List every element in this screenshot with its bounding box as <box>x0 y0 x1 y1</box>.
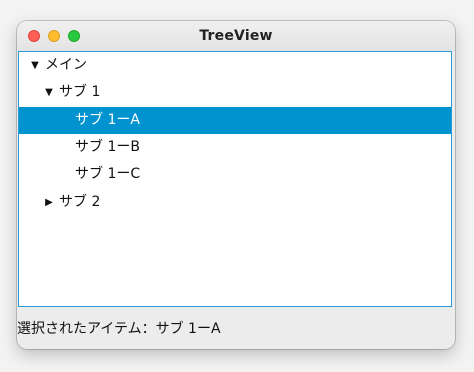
tree-item-label: サブ 1ーC <box>75 166 141 182</box>
window-title: TreeView <box>199 28 273 44</box>
tree-item-label: サブ 1ーA <box>75 112 140 128</box>
tree-view[interactable]: ▼ メイン ▼ サブ 1 サブ 1ーA サブ 1ーB サブ 1ーC ▶ サブ 2 <box>18 51 452 307</box>
tree-item-label: サブ 1 <box>59 84 101 100</box>
tree-item-sub1[interactable]: ▼ サブ 1 <box>19 79 451 106</box>
expanded-arrow-icon[interactable]: ▼ <box>43 79 55 106</box>
tree-item-sub1-a[interactable]: サブ 1ーA <box>19 107 451 134</box>
collapsed-arrow-icon[interactable]: ▶ <box>43 189 55 216</box>
title-bar[interactable]: TreeView <box>17 21 455 51</box>
tree-item-sub2[interactable]: ▶ サブ 2 <box>19 189 451 216</box>
tree-item-label: メイン <box>45 57 87 73</box>
tree-item-label: サブ 2 <box>59 194 101 210</box>
expanded-arrow-icon[interactable]: ▼ <box>29 52 41 79</box>
tree-item-main[interactable]: ▼ メイン <box>19 52 451 79</box>
selected-item-status: 選択されたアイテム：サブ 1ーA <box>17 321 221 337</box>
tree-item-sub1-b[interactable]: サブ 1ーB <box>19 134 451 161</box>
tree-item-sub1-c[interactable]: サブ 1ーC <box>19 161 451 188</box>
treeview-window: TreeView ▼ メイン ▼ サブ 1 サブ 1ーA サブ 1ーB サブ 1… <box>17 21 455 349</box>
tree-item-label: サブ 1ーB <box>75 139 140 155</box>
